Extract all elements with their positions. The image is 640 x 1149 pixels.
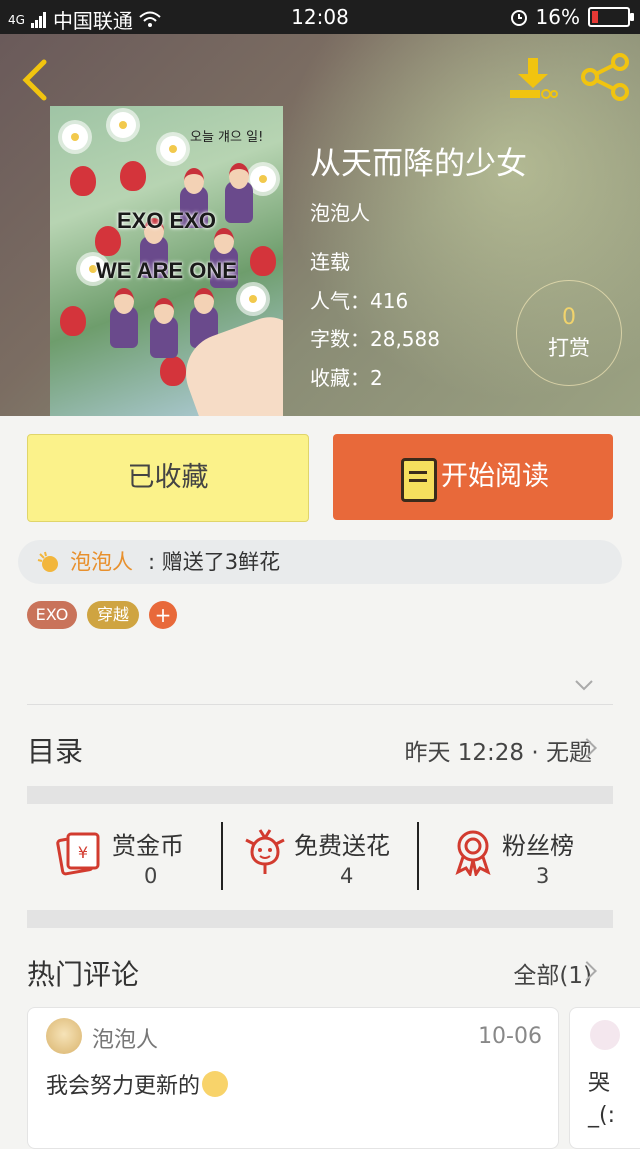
chevron-down-icon[interactable] <box>574 675 594 695</box>
gift-sender[interactable]: 泡泡人 <box>70 540 133 584</box>
comment-card[interactable]: 哭 _(: <box>569 1007 640 1149</box>
stat-gold-coins-value: 0 <box>144 864 158 888</box>
toc-title[interactable]: 目录 <box>27 730 83 770</box>
start-reading-button[interactable]: 开始阅读 <box>333 434 613 520</box>
section-separator <box>27 910 613 928</box>
stat-divider <box>221 822 223 890</box>
book-title: 从天而降的少女 <box>310 146 527 182</box>
share-icon <box>581 53 629 101</box>
back-button[interactable] <box>16 58 56 101</box>
status-bar: 4G 中国联通 12:08 16% <box>0 0 640 34</box>
divider <box>27 704 613 705</box>
red-envelope-yen-icon: ¥ <box>56 832 100 876</box>
award-ribbon-icon <box>455 830 491 876</box>
cover-title-line1: EXO EXO <box>116 208 217 233</box>
comment-text: 哭 <box>588 1071 611 1096</box>
stat-gold-coins-label: 赏金币 <box>112 832 184 860</box>
comment-date: 10-06 <box>478 1024 542 1049</box>
stat-free-flowers-label: 免费送花 <box>294 832 390 860</box>
stat-free-flowers-value: 4 <box>340 864 354 888</box>
tip-button[interactable]: 0 打赏 <box>516 280 622 386</box>
comment-card[interactable]: 泡泡人 10-06 我会努力更新的 <box>27 1007 559 1149</box>
stat-gold-coins[interactable]: ¥ 赏金币 0 <box>50 820 220 896</box>
gift-notice: 泡泡人 : 赠送了3鲜花 <box>18 540 622 584</box>
battery-icon <box>588 7 634 27</box>
hot-comments-title: 热门评论 <box>27 958 140 991</box>
comment-body: 我会努力更新的 <box>46 1068 229 1100</box>
section-separator <box>27 786 613 804</box>
stat-fan-ranking-label: 粉丝榜 <box>502 832 574 860</box>
chevron-left-icon <box>22 59 47 101</box>
alarm-icon <box>510 10 527 26</box>
book-popularity: 人气：416 <box>310 289 409 313</box>
stat-divider <box>417 822 419 890</box>
book-cover[interactable]: 오늘 걔으 일! EXO EXO WE ARE ONE <box>50 106 283 416</box>
gift-message: : 赠送了3鲜花 <box>148 550 281 574</box>
stat-fan-ranking-value: 3 <box>536 864 550 888</box>
favorited-button[interactable]: 已收藏 <box>27 434 309 522</box>
add-tag-button[interactable]: + <box>149 601 177 629</box>
tag-exo[interactable]: EXO <box>27 601 77 629</box>
avatar[interactable] <box>46 1018 82 1054</box>
comment-text: _(: <box>588 1103 615 1128</box>
avatar[interactable] <box>590 1020 620 1050</box>
book-icon <box>401 458 437 502</box>
battery-percent: 16% <box>535 5 580 29</box>
tip-count: 0 <box>562 305 576 330</box>
svg-text:¥: ¥ <box>78 843 88 862</box>
tip-label: 打赏 <box>548 336 590 360</box>
comment-author[interactable]: 泡泡人 <box>92 1022 158 1054</box>
start-reading-label: 开始阅读 <box>441 461 549 492</box>
wink-emoji-icon <box>202 1071 229 1097</box>
comment-text: 我会努力更新的 <box>46 1074 201 1099</box>
stat-free-flowers[interactable]: 免费送花 4 <box>240 820 410 896</box>
download-icon <box>510 58 558 99</box>
book-favorites: 收藏：2 <box>310 366 383 390</box>
cover-title-line2: WE ARE ONE <box>96 258 237 283</box>
cover-korean-text: 오늘 걔으 일! <box>190 130 264 145</box>
book-status: 连载 <box>310 250 350 274</box>
tag-time-travel[interactable]: 穿越 <box>87 601 139 629</box>
flower-icon <box>245 829 285 874</box>
comment-body: 哭 _(: <box>588 1068 615 1132</box>
book-author[interactable]: 泡泡人 <box>310 197 370 226</box>
stat-fan-ranking[interactable]: 粉丝榜 3 <box>446 820 606 896</box>
book-word-count: 字数：28,588 <box>310 327 440 351</box>
toc-latest-chapter[interactable]: 昨天 12:28 · 无题 <box>404 733 592 767</box>
download-button[interactable] <box>508 56 558 102</box>
share-button[interactable] <box>578 52 632 102</box>
flower-bouquet-icon <box>37 551 58 572</box>
